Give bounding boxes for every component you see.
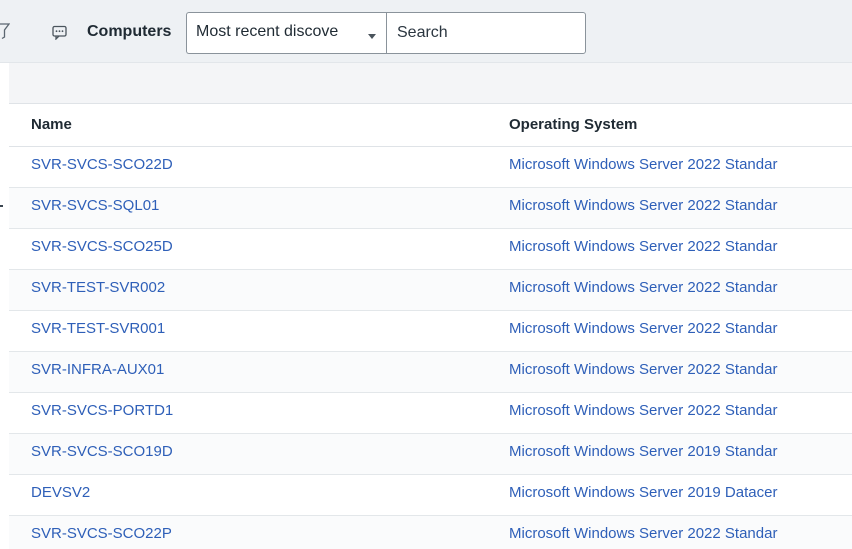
- table-row: SVR-SVCS-SCO22D Microsoft Windows Server…: [9, 147, 852, 188]
- column-header-name[interactable]: Name: [31, 116, 72, 133]
- chevron-down-icon: [368, 34, 376, 39]
- table-body: SVR-SVCS-SCO22D Microsoft Windows Server…: [9, 147, 852, 549]
- computer-name-link[interactable]: SVR-SVCS-SCO19D: [31, 443, 173, 460]
- list-title: Computers: [87, 23, 172, 40]
- context-menu-icon[interactable]: [52, 25, 67, 41]
- table-row: SVR-TEST-SVR001 Microsoft Windows Server…: [9, 311, 852, 352]
- table-row: SVR-SVCS-SQL01 Microsoft Windows Server …: [9, 188, 852, 229]
- operating-system-link[interactable]: Microsoft Windows Server 2019 Standar: [509, 443, 843, 460]
- list-subheader-bar: [9, 63, 852, 104]
- table-row: SVR-SVCS-SCO22P Microsoft Windows Server…: [9, 516, 852, 549]
- operating-system-link[interactable]: Microsoft Windows Server 2022 Standar: [509, 402, 843, 419]
- view-select-value: Most recent discove: [196, 23, 339, 40]
- operating-system-link[interactable]: Microsoft Windows Server 2022 Standar: [509, 156, 843, 173]
- filter-icon[interactable]: [0, 22, 11, 40]
- table-row: SVR-INFRA-AUX01 Microsoft Windows Server…: [9, 352, 852, 393]
- table-header: Name Operating System: [9, 104, 852, 147]
- computer-name-link[interactable]: SVR-SVCS-SCO22P: [31, 525, 172, 542]
- list-toolbar: Computers Most recent discove: [0, 0, 852, 63]
- operating-system-link[interactable]: Microsoft Windows Server 2022 Standar: [509, 525, 843, 542]
- computers-list-page: Computers Most recent discove Name Opera…: [0, 0, 852, 549]
- operating-system-link[interactable]: Microsoft Windows Server 2019 Datacer: [509, 484, 843, 501]
- operating-system-link[interactable]: Microsoft Windows Server 2022 Standar: [509, 320, 843, 337]
- table-row: DEVSV2 Microsoft Windows Server 2019 Dat…: [9, 475, 852, 516]
- view-select[interactable]: Most recent discove: [186, 12, 386, 54]
- computer-name-link[interactable]: SVR-TEST-SVR001: [31, 320, 165, 337]
- operating-system-link[interactable]: Microsoft Windows Server 2022 Standar: [509, 238, 843, 255]
- table-row: SVR-TEST-SVR002 Microsoft Windows Server…: [9, 270, 852, 311]
- computer-name-link[interactable]: DEVSV2: [31, 484, 90, 501]
- table-row: SVR-SVCS-PORTD1 Microsoft Windows Server…: [9, 393, 852, 434]
- operating-system-link[interactable]: Microsoft Windows Server 2022 Standar: [509, 361, 843, 378]
- table-row: SVR-SVCS-SCO25D Microsoft Windows Server…: [9, 229, 852, 270]
- operating-system-link[interactable]: Microsoft Windows Server 2022 Standar: [509, 197, 843, 214]
- search-input[interactable]: [386, 12, 586, 54]
- computer-name-link[interactable]: SVR-SVCS-PORTD1: [31, 402, 173, 419]
- computer-name-link[interactable]: SVR-SVCS-SCO22D: [31, 156, 173, 173]
- computer-name-link[interactable]: SVR-SVCS-SQL01: [31, 197, 159, 214]
- computer-name-link[interactable]: SVR-SVCS-SCO25D: [31, 238, 173, 255]
- operating-system-link[interactable]: Microsoft Windows Server 2022 Standar: [509, 279, 843, 296]
- computer-name-link[interactable]: SVR-INFRA-AUX01: [31, 361, 164, 378]
- column-header-operating-system[interactable]: Operating System: [509, 116, 637, 133]
- computer-name-link[interactable]: SVR-TEST-SVR002: [31, 279, 165, 296]
- table-row: SVR-SVCS-SCO19D Microsoft Windows Server…: [9, 434, 852, 475]
- panel-edge-marker: [0, 205, 3, 207]
